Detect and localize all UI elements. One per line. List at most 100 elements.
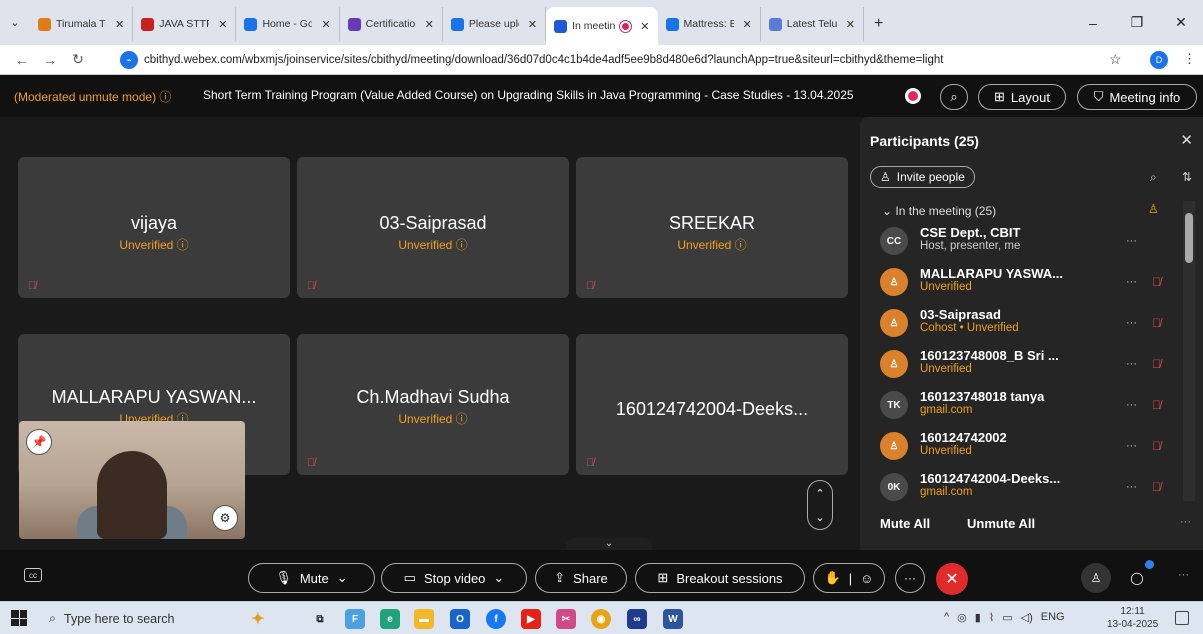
battery-icon[interactable]: ▭ — [1002, 611, 1012, 624]
outlook-icon[interactable]: O — [450, 609, 470, 629]
share-button[interactable]: ⇪ Share — [535, 563, 627, 593]
chrome-icon[interactable]: ◉ — [591, 609, 611, 629]
word-icon[interactable]: W — [663, 609, 683, 629]
mute-button[interactable]: 🎙 Mute ⌄ — [248, 563, 375, 593]
file-app-icon[interactable]: F — [345, 609, 365, 629]
close-tab-icon[interactable]: ✕ — [846, 18, 855, 31]
video-tile[interactable]: vijaya Unverified ⓘ 🎙̸ — [18, 157, 290, 298]
volume-icon[interactable]: ◁) — [1021, 611, 1033, 624]
muted-mic-icon[interactable]: 🎙̸ — [1152, 398, 1161, 412]
taskbar-clock[interactable]: 12:11 13-04-2025 — [1107, 605, 1158, 631]
reload-icon[interactable]: ↻ — [64, 51, 92, 68]
closed-captions-icon[interactable]: cc — [24, 568, 42, 582]
leave-meeting-button[interactable]: ✕ — [936, 563, 968, 595]
video-tile[interactable]: SREEKAR Unverified ⓘ 🎙̸ — [576, 157, 848, 298]
participant-options-icon[interactable]: ··· — [1126, 399, 1137, 411]
windows-start-icon[interactable] — [11, 610, 27, 626]
close-tab-icon[interactable]: ✕ — [640, 20, 649, 33]
muted-mic-icon[interactable]: 🎙̸ — [1152, 357, 1161, 371]
browser-menu-icon[interactable]: ⋮ — [1183, 51, 1196, 67]
zoom-search-icon[interactable]: ⌕ — [940, 84, 968, 110]
invite-people-button[interactable]: ♙ Invite people — [870, 166, 975, 188]
language-indicator[interactable]: ENG — [1041, 611, 1065, 624]
self-view-video[interactable]: 📌 ⚙ — [19, 421, 245, 539]
close-tab-icon[interactable]: ✕ — [743, 18, 752, 31]
breakout-sessions-button[interactable]: ⊞ Breakout sessions — [635, 563, 805, 593]
close-tab-icon[interactable]: ✕ — [321, 18, 330, 31]
participant-row[interactable]: 0K 160124742004-Deeks... gmail.com ··· 🎙̸ — [880, 467, 1180, 507]
scroll-thumb[interactable] — [1185, 213, 1193, 263]
taskbar-search[interactable]: ⌕ Type here to search — [37, 604, 277, 633]
mute-all-button[interactable]: Mute All — [880, 516, 930, 531]
panel-scrollbar[interactable] — [1183, 201, 1195, 501]
more-options-icon[interactable]: ··· — [1180, 516, 1191, 528]
profile-avatar[interactable]: D — [1150, 51, 1168, 69]
site-info-icon[interactable]: ⌁ — [120, 51, 138, 69]
browser-tab[interactable]: Mattress: Bu ✕ — [658, 7, 761, 41]
more-menu-icon[interactable]: ··· — [1178, 569, 1189, 581]
task-view-icon[interactable]: ⧉ — [310, 609, 330, 629]
microphone-icon[interactable]: ▮ — [975, 611, 981, 624]
close-panel-icon[interactable]: ✕ — [1180, 131, 1193, 149]
tab-search-chevron-icon[interactable]: ⌄ — [0, 0, 30, 45]
webcam-icon[interactable]: ◎ — [957, 611, 967, 624]
video-tile[interactable]: 160124742004-Deeks... 🎙̸ — [576, 334, 848, 475]
chevron-up-icon[interactable]: ⌃ — [815, 487, 824, 500]
participant-row[interactable]: ♙ 160123748008_B Sri ... Unverified ··· 🎙̸ — [880, 344, 1180, 384]
browser-tab[interactable]: Latest Telugi ✕ — [761, 7, 864, 41]
edge-icon[interactable]: e — [380, 609, 400, 629]
browser-tab[interactable]: Certification ✕ — [340, 7, 443, 41]
browser-tab[interactable]: Tirumala Tir ✕ — [30, 7, 134, 41]
participant-row[interactable]: CC CSE Dept., CBIT Host, presenter, me ··· — [880, 221, 1180, 261]
unmute-mode-label[interactable]: (Moderated unmute mode) ⓘ — [14, 88, 171, 105]
in-meeting-section[interactable]: ⌄ In the meeting (25) — [882, 204, 996, 218]
webex-icon[interactable]: ∞ — [627, 609, 647, 629]
browser-tab[interactable]: Home - Goo ✕ — [236, 7, 340, 41]
new-tab-icon[interactable]: + — [864, 15, 893, 45]
close-window-icon[interactable]: ✕ — [1159, 14, 1203, 31]
participant-options-icon[interactable]: ··· — [1126, 235, 1137, 247]
minimize-icon[interactable]: – — [1071, 15, 1115, 31]
participant-options-icon[interactable]: ··· — [1126, 317, 1137, 329]
participant-row[interactable]: ♙ 160124742002 Unverified ··· 🎙̸ — [880, 426, 1180, 466]
participants-icon[interactable]: ♙ — [1081, 563, 1111, 593]
layout-button[interactable]: ⊞ Layout — [978, 84, 1066, 110]
back-icon[interactable]: ← — [8, 52, 36, 68]
video-tile[interactable]: Ch.Madhavi Sudha Unverified ⓘ 🎙̸ — [297, 334, 569, 475]
bookmark-star-icon[interactable]: ☆ — [1109, 51, 1122, 68]
pin-icon[interactable]: 📌 — [26, 429, 52, 455]
sparkle-icon[interactable]: ✦ — [248, 609, 268, 629]
close-tab-icon[interactable]: ✕ — [115, 18, 124, 31]
muted-mic-icon[interactable]: 🎙̸ — [1152, 275, 1161, 289]
muted-mic-icon[interactable]: 🎙̸ — [1152, 480, 1161, 494]
url-field[interactable]: ⌁ cbithyd.webex.com/wbxmjs/joinservice/s… — [120, 48, 1130, 72]
browser-tab[interactable]: In meetin ✕ — [546, 7, 658, 45]
chevron-down-icon[interactable]: ⌄ — [815, 511, 824, 524]
snip-tool-icon[interactable]: ✂ — [556, 609, 576, 629]
gear-icon[interactable]: ⚙ — [212, 505, 238, 531]
unmute-all-button[interactable]: Unmute All — [967, 516, 1035, 531]
participant-options-icon[interactable]: ··· — [1126, 276, 1137, 288]
browser-tab[interactable]: Please uplo ✕ — [443, 7, 547, 41]
participant-options-icon[interactable]: ··· — [1126, 358, 1137, 370]
reactions-button[interactable]: ✋ | ☺ — [813, 563, 885, 593]
close-tab-icon[interactable]: ✕ — [425, 18, 434, 31]
close-tab-icon[interactable]: ✕ — [528, 18, 537, 31]
participant-row[interactable]: ♙ MALLARAPU YASWA... Unverified ··· 🎙̸ — [880, 262, 1180, 302]
close-tab-icon[interactable]: ✕ — [218, 18, 227, 31]
video-tile[interactable]: 03-Saiprasad Unverified ⓘ 🎙̸ — [297, 157, 569, 298]
muted-mic-icon[interactable]: 🎙̸ — [1152, 439, 1161, 453]
chevron-up-icon[interactable]: ^ — [944, 611, 949, 624]
participant-row[interactable]: TK 160123748018 tanya gmail.com ··· 🎙̸ — [880, 385, 1180, 425]
participant-options-icon[interactable]: ··· — [1126, 440, 1137, 452]
search-icon[interactable]: ⌕ — [1150, 170, 1157, 185]
file-explorer-icon[interactable]: ▬ — [414, 609, 434, 629]
meeting-info-button[interactable]: ⛉ Meeting info — [1077, 84, 1197, 110]
browser-tab[interactable]: JAVA STTP D ✕ — [133, 7, 237, 41]
forward-icon[interactable]: → — [36, 52, 64, 68]
grid-page-scroller[interactable]: ⌃ ⌄ — [807, 480, 833, 530]
add-participant-icon[interactable]: ♙ — [1148, 202, 1159, 216]
youtube-icon[interactable]: ▶ — [521, 609, 541, 629]
restore-icon[interactable]: ❐ — [1115, 14, 1159, 31]
participant-options-icon[interactable]: ··· — [1126, 481, 1137, 493]
